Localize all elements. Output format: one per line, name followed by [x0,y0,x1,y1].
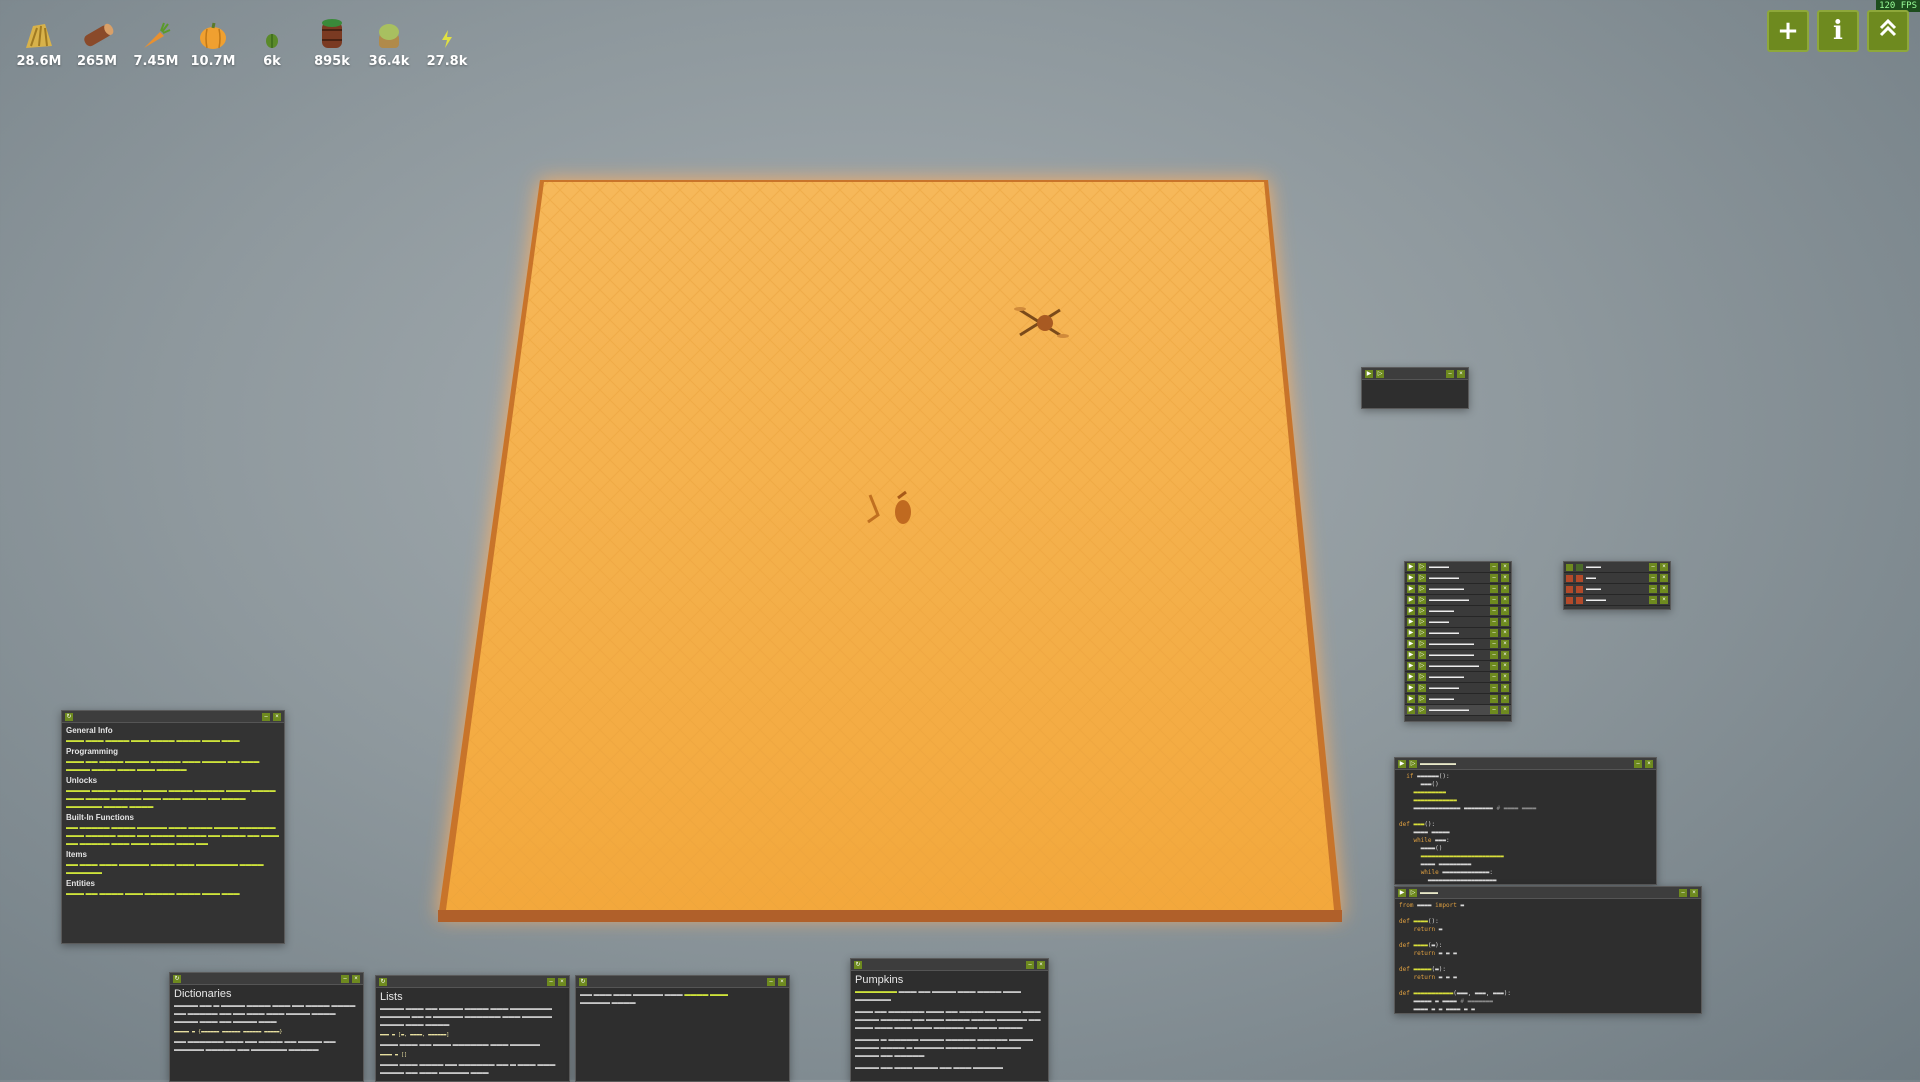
file-row[interactable]: ▶ ▷ ▬▬▬▬ – × [1405,617,1511,628]
close-icon[interactable]: × [1501,629,1509,637]
step-icon[interactable]: ▷ [1418,585,1426,593]
minimize-icon[interactable]: – [1490,651,1498,659]
file-row[interactable]: ▶ ▷ ▬▬▬▬▬ – × [1405,606,1511,617]
close-icon[interactable]: × [1501,607,1509,615]
run-icon[interactable]: ▶ [1407,640,1415,648]
file-row[interactable]: ▶ ▷ ▬▬▬▬ – × [1405,562,1511,573]
close-icon[interactable]: × [1501,640,1509,648]
close-icon[interactable]: × [1501,706,1509,714]
run-icon[interactable]: ▶ [1407,662,1415,670]
file-row[interactable]: ▶ ▷ ▬▬▬▬▬▬▬▬▬ – × [1405,639,1511,650]
step-icon[interactable]: ▷ [1418,706,1426,714]
minimize-icon[interactable]: – [1490,640,1498,648]
run-list-window[interactable]: ▬▬▬ – × ▬▬ – × ▬▬▬ – × ▬▬▬▬ – × [1563,561,1671,610]
minimize-icon[interactable]: – [1490,607,1498,615]
run-icon[interactable]: ▶ [1407,563,1415,571]
minimize-icon[interactable]: – [1490,695,1498,703]
close-icon[interactable]: × [1501,684,1509,692]
run-icon[interactable]: ▶ [1407,673,1415,681]
file-row[interactable]: ▶ ▷ ▬▬▬▬▬▬▬▬ – × [1405,595,1511,606]
close-icon[interactable]: × [1501,585,1509,593]
close-icon[interactable]: × [1501,563,1509,571]
items-heading: Items [66,850,87,859]
run-icon[interactable]: ▶ [1407,629,1415,637]
file-row[interactable]: ▶ ▷ ▬▬▬▬▬▬▬▬▬▬ – × [1405,661,1511,672]
run-icon[interactable]: ▶ [1407,574,1415,582]
programming-heading: Programming [66,747,119,756]
run-icon[interactable]: ▶ [1407,651,1415,659]
step-icon[interactable]: ▷ [1418,596,1426,604]
minimize-icon[interactable]: – [1490,629,1498,637]
minimize-icon[interactable]: – [1490,706,1498,714]
lists-title: Lists [380,991,403,1003]
general-info-window[interactable]: ↻ – × General Info ▬▬▬ ▬▬▬ ▬▬▬▬ ▬▬▬ ▬▬▬▬ ▬… [61,710,285,944]
run-icon[interactable]: ▶ [1407,607,1415,615]
file-list-window[interactable]: ▶ ▷ ▬▬▬▬ – × ▶ ▷ ▬▬▬▬▬▬ – × ▶ ▷ ▬▬▬▬▬▬▬ – × ▶ ▷ ▬▬▬▬▬▬▬▬ –… [1404,561,1512,722]
entities-heading: Entities [66,879,95,888]
close-icon[interactable]: × [1501,574,1509,582]
file-row[interactable]: ▶ ▷ ▬▬▬▬▬▬▬ – × [1405,672,1511,683]
unlocks-heading: Unlocks [66,776,98,785]
lists-doc-window[interactable]: ↻ – × Lists ▬▬▬▬ ▬▬▬ ▬▬ ▬▬▬▬ ▬▬▬▬ ▬▬▬ ▬▬▬▬… [375,975,570,1082]
minimize-icon[interactable]: – [1490,673,1498,681]
step-icon[interactable]: ▷ [1418,618,1426,626]
step-icon[interactable]: ▷ [1418,629,1426,637]
run-icon[interactable]: ▶ [1407,684,1415,692]
step-icon[interactable]: ▷ [1418,640,1426,648]
close-icon[interactable]: × [1501,596,1509,604]
file-row[interactable]: ▶ ▷ ▬▬▬▬▬▬▬▬▬ – × [1405,650,1511,661]
step-icon[interactable]: ▷ [1418,563,1426,571]
step-icon[interactable]: ▷ [1418,673,1426,681]
file-row[interactable]: ▶ ▷ ▬▬▬▬▬▬▬▬ – × [1405,705,1511,716]
file-row[interactable]: ▶ ▷ ▬▬▬▬▬▬▬ – × [1405,584,1511,595]
items-links[interactable]: ▬▬ ▬▬▬ ▬▬▬ ▬▬▬▬▬ ▬▬▬▬ ▬▬▬ ▬▬▬▬▬▬▬ ▬▬▬▬ ▬… [66,861,280,877]
step-icon[interactable]: ▷ [1418,607,1426,615]
file-row[interactable]: ▶ ▷ ▬▬▬▬▬▬ – × [1405,628,1511,639]
minimize-icon[interactable]: – [1490,684,1498,692]
step-icon[interactable]: ▷ [1418,651,1426,659]
minimize-icon[interactable]: – [1490,662,1498,670]
entities-links[interactable]: ▬▬▬ ▬▬ ▬▬▬▬ ▬▬▬ ▬▬▬▬▬ ▬▬▬▬ ▬▬▬ ▬▬▬ [66,890,280,898]
step-icon[interactable]: ▷ [1418,574,1426,582]
run-icon[interactable]: ▶ [1407,706,1415,714]
pumpkins-title: Pumpkins [855,974,904,986]
step-icon[interactable]: ▷ [1418,662,1426,670]
minimize-icon[interactable]: – [1490,596,1498,604]
minimize-icon[interactable]: – [1490,618,1498,626]
close-icon[interactable]: × [1501,651,1509,659]
step-icon[interactable]: ▷ [1418,684,1426,692]
minimize-icon[interactable]: – [1490,574,1498,582]
close-icon[interactable]: × [1501,673,1509,681]
unlocks-links[interactable]: ▬▬▬▬ ▬▬▬▬ ▬▬▬▬ ▬▬▬▬ ▬▬▬▬ ▬▬▬▬▬ ▬▬▬▬ ▬▬▬▬… [66,787,280,811]
programming-links[interactable]: ▬▬▬ ▬▬ ▬▬▬▬ ▬▬▬▬ ▬▬▬▬▬ ▬▬▬ ▬▬▬▬ ▬▬ ▬▬▬ ▬… [66,758,280,774]
file-row[interactable]: ▶ ▷ ▬▬▬▬▬▬ – × [1405,683,1511,694]
run-icon[interactable]: ▶ [1407,596,1415,604]
close-icon[interactable]: × [1501,695,1509,703]
code-editor-window-main[interactable]: ▶ ▷ ▬▬▬▬▬▬ – × if ▬▬▬▬▬▬(): ▬▬▬() ▬▬▬▬▬▬▬▬▬ … [1394,757,1657,885]
run-icon[interactable]: ▶ [1407,585,1415,593]
empty-code-window[interactable]: ▶ ▷ – × [1361,367,1469,409]
builtin-functions-links[interactable]: ▬▬ ▬▬▬▬▬ ▬▬▬▬ ▬▬▬▬▬ ▬▬▬ ▬▬▬▬ ▬▬▬▬ ▬▬▬▬▬▬… [66,824,280,848]
close-icon[interactable]: × [1501,662,1509,670]
dictionaries-title: Dictionaries [174,988,232,1000]
run-icon[interactable]: ▶ [1407,695,1415,703]
pumpkins-doc-window[interactable]: ↻ – × Pumpkins ▬▬▬▬▬▬▬ ▬▬▬ ▬▬ ▬▬▬▬ ▬▬▬ ▬▬▬… [850,958,1049,1082]
close-icon[interactable]: × [1501,618,1509,626]
general-info-links[interactable]: ▬▬▬ ▬▬▬ ▬▬▬▬ ▬▬▬ ▬▬▬▬ ▬▬▬▬ ▬▬▬ ▬▬▬ [66,737,280,745]
minimize-icon[interactable]: – [1490,563,1498,571]
file-row[interactable]: ▶ ▷ ▬▬▬▬▬ – × [1405,694,1511,705]
step-icon[interactable]: ▷ [1418,695,1426,703]
dictionaries-doc-window[interactable]: ↻ – × Dictionaries ▬▬▬▬ ▬▬ ▬ ▬▬▬▬ ▬▬▬▬ ▬▬▬… [169,972,364,1082]
output-window[interactable]: ↻ – × ▬▬ ▬▬▬ ▬▬▬ ▬▬▬▬▬ ▬▬▬ ▬▬▬▬ ▬▬▬ ▬▬▬▬▬ ▬… [575,975,790,1082]
general-info-title: General Info [66,726,113,735]
file-row[interactable]: ▶ ▷ ▬▬▬▬▬▬ – × [1405,573,1511,584]
code-editor-window-utils[interactable]: ▶ ▷ ▬▬▬ – × from ▬▬▬▬ import ▬ def ▬▬▬▬(): r… [1394,886,1702,1014]
builtin-functions-heading: Built-In Functions [66,813,134,822]
minimize-icon[interactable]: – [1490,585,1498,593]
run-icon[interactable]: ▶ [1407,618,1415,626]
